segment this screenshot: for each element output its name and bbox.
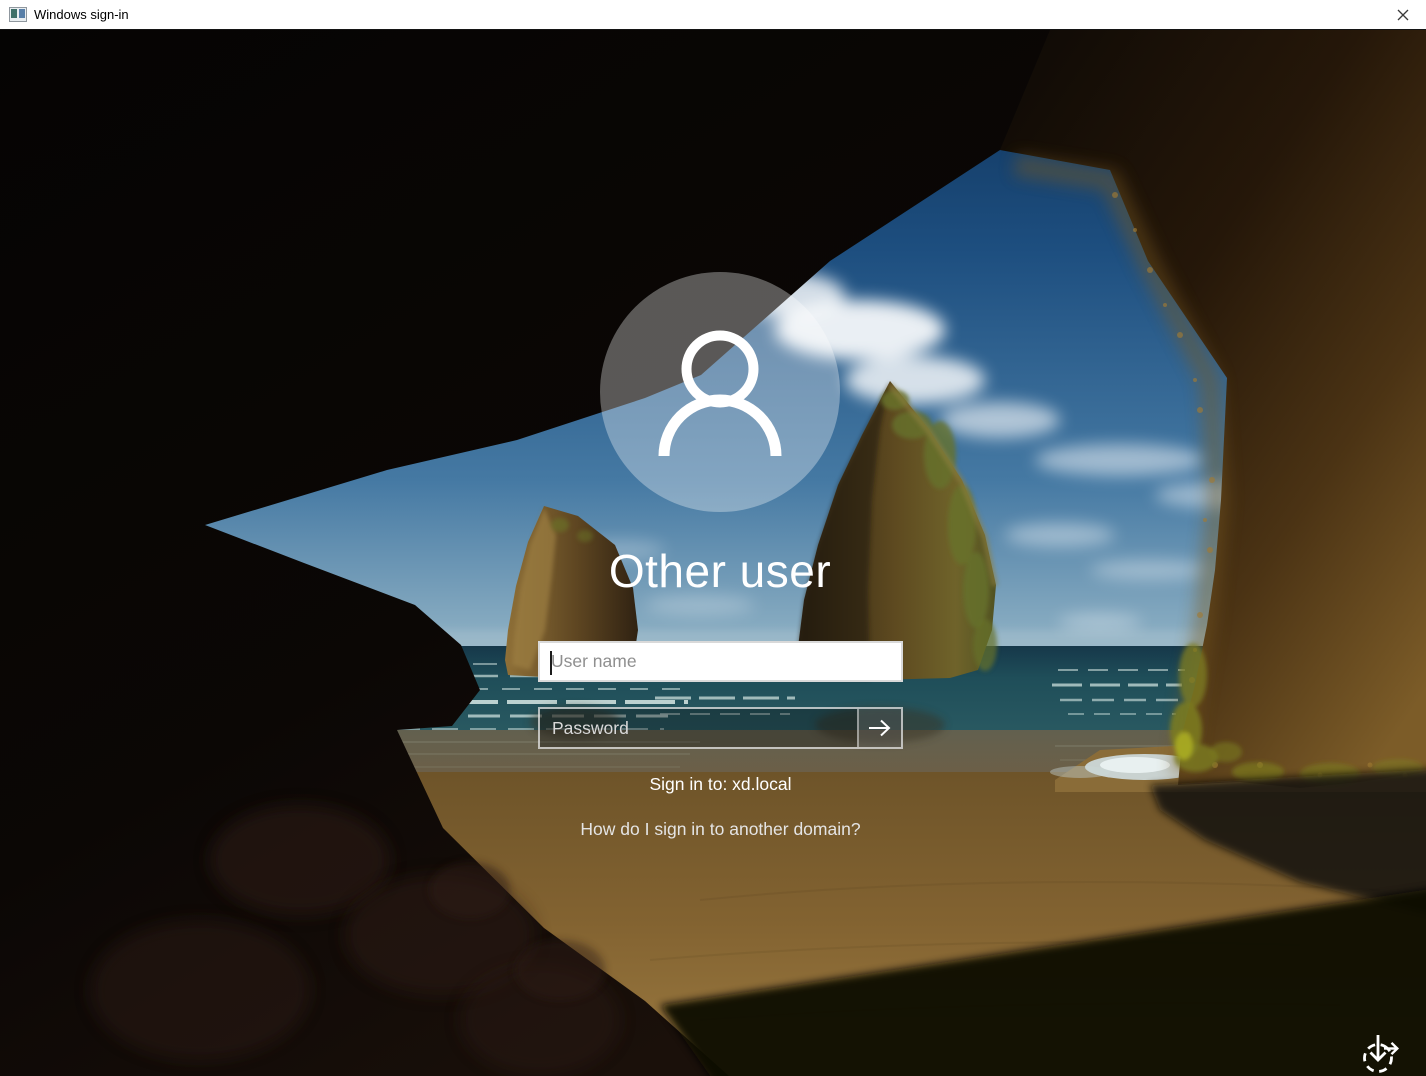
person-icon: [600, 272, 840, 512]
close-icon: [1397, 9, 1409, 21]
app-window: Windows sign-in: [0, 0, 1426, 1076]
window-title: Windows sign-in: [34, 0, 129, 30]
close-button[interactable]: [1380, 0, 1426, 29]
sign-in-to-text: Sign in to: xd.local: [438, 774, 1003, 795]
selected-user-name: Other user: [420, 542, 1020, 600]
password-input[interactable]: [540, 709, 857, 747]
text-caret: [550, 651, 552, 675]
arrow-right-icon: [867, 717, 893, 739]
lock-screen: Other user Sign in to: xd.local How do I…: [0, 30, 1426, 1076]
domain-help-link[interactable]: How do I sign in to another domain?: [438, 819, 1003, 840]
user-avatar: [600, 272, 840, 512]
window-titlebar[interactable]: Windows sign-in: [0, 0, 1426, 30]
ease-of-access-button[interactable]: [1354, 1032, 1404, 1076]
ease-of-access-icon: [1357, 1032, 1401, 1076]
password-field[interactable]: [538, 707, 903, 749]
username-input[interactable]: [540, 643, 901, 680]
submit-button[interactable]: [857, 709, 901, 747]
username-field[interactable]: [538, 641, 903, 682]
window-app-icon: [9, 7, 27, 22]
